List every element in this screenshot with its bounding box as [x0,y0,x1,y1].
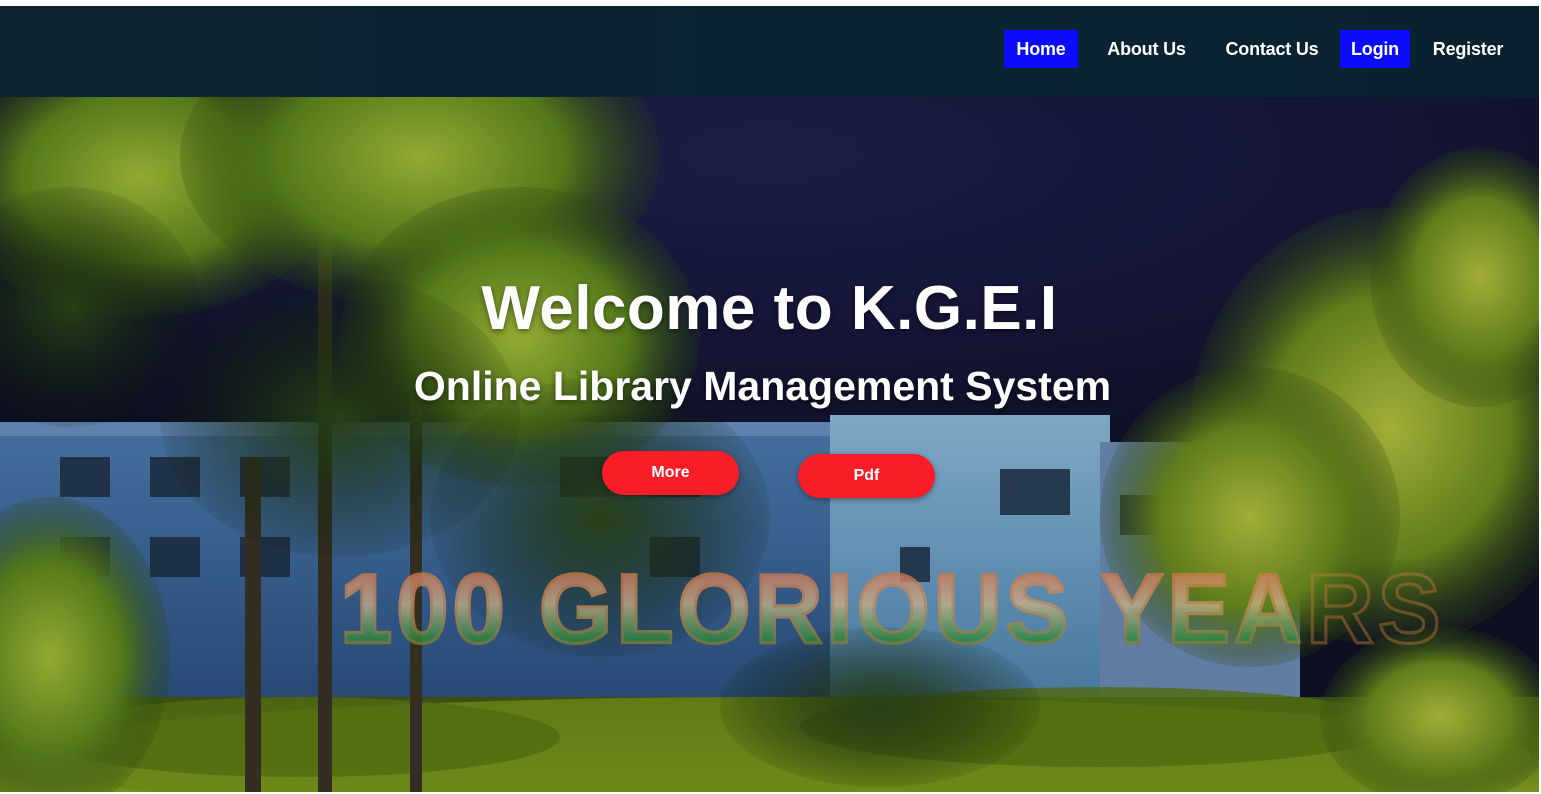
nav-register-link[interactable]: Register [1424,30,1512,68]
nav-login-link[interactable]: Login [1340,30,1410,68]
page-frame: Home About Us Contact Us Login Register [0,0,1541,794]
top-navbar: Home About Us Contact Us Login Register [0,6,1539,97]
hero-overlay [0,97,1539,794]
hero-title: Welcome to K.G.E.I [481,274,1058,343]
pdf-button[interactable]: Pdf [798,454,935,498]
centenary-banner: 100 GLORIOUS YEARS [339,552,1443,668]
hero-section: 100 GLORIOUS YEARS Welcome to K.G.E.I On… [0,97,1539,794]
nav-home-link[interactable]: Home [1004,30,1078,68]
hero-subtitle: Online Library Management System [413,363,1112,409]
nav-about-link[interactable]: About Us [1099,30,1194,68]
nav-contact-link[interactable]: Contact Us [1218,30,1326,68]
more-button[interactable]: More [602,451,739,495]
